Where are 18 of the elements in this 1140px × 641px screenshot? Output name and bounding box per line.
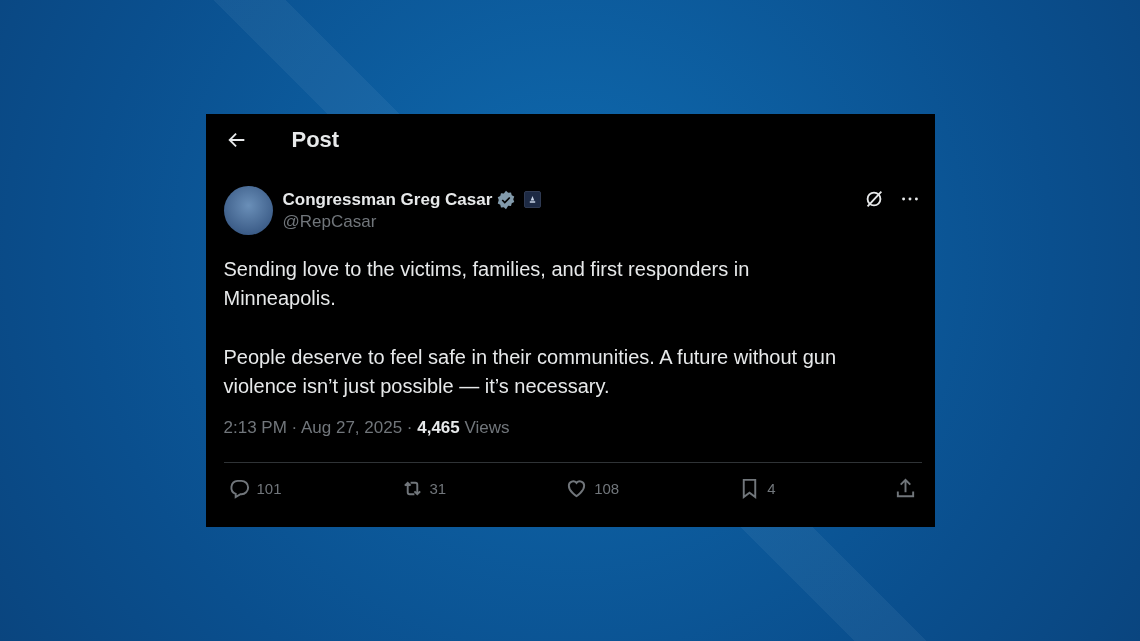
post-metadata: 2:13 PM · Aug 27, 2025 · 4,465 Views	[223, 418, 511, 438]
action-count: 4	[767, 480, 776, 497]
post-paragraph: Sending love to the victims, families, and first responders in Minneapolis.	[223, 257, 751, 311]
reply-icon	[227, 477, 251, 500]
bookmark-button[interactable]: 4	[738, 477, 776, 500]
repost-button[interactable]: 31	[400, 477, 447, 500]
post-paragraph: People deserve to feel safe in their communities. A future without gun violence isn’t just possible — it’s necessary.	[223, 345, 838, 399]
reply-button[interactable]: 101	[227, 477, 282, 500]
avatar[interactable]	[223, 186, 273, 235]
action-count: 31	[429, 480, 447, 497]
author-handle[interactable]: @RepCasar	[282, 211, 853, 232]
verified-badge-icon	[496, 189, 517, 210]
affiliation-badge-icon	[524, 191, 542, 208]
action-count: 108	[594, 480, 620, 497]
like-button[interactable]: 108	[565, 477, 620, 500]
page-title: Post	[291, 127, 340, 153]
action-count: 101	[256, 480, 282, 497]
author-name[interactable]: Congressman Greg Casar	[282, 189, 493, 210]
